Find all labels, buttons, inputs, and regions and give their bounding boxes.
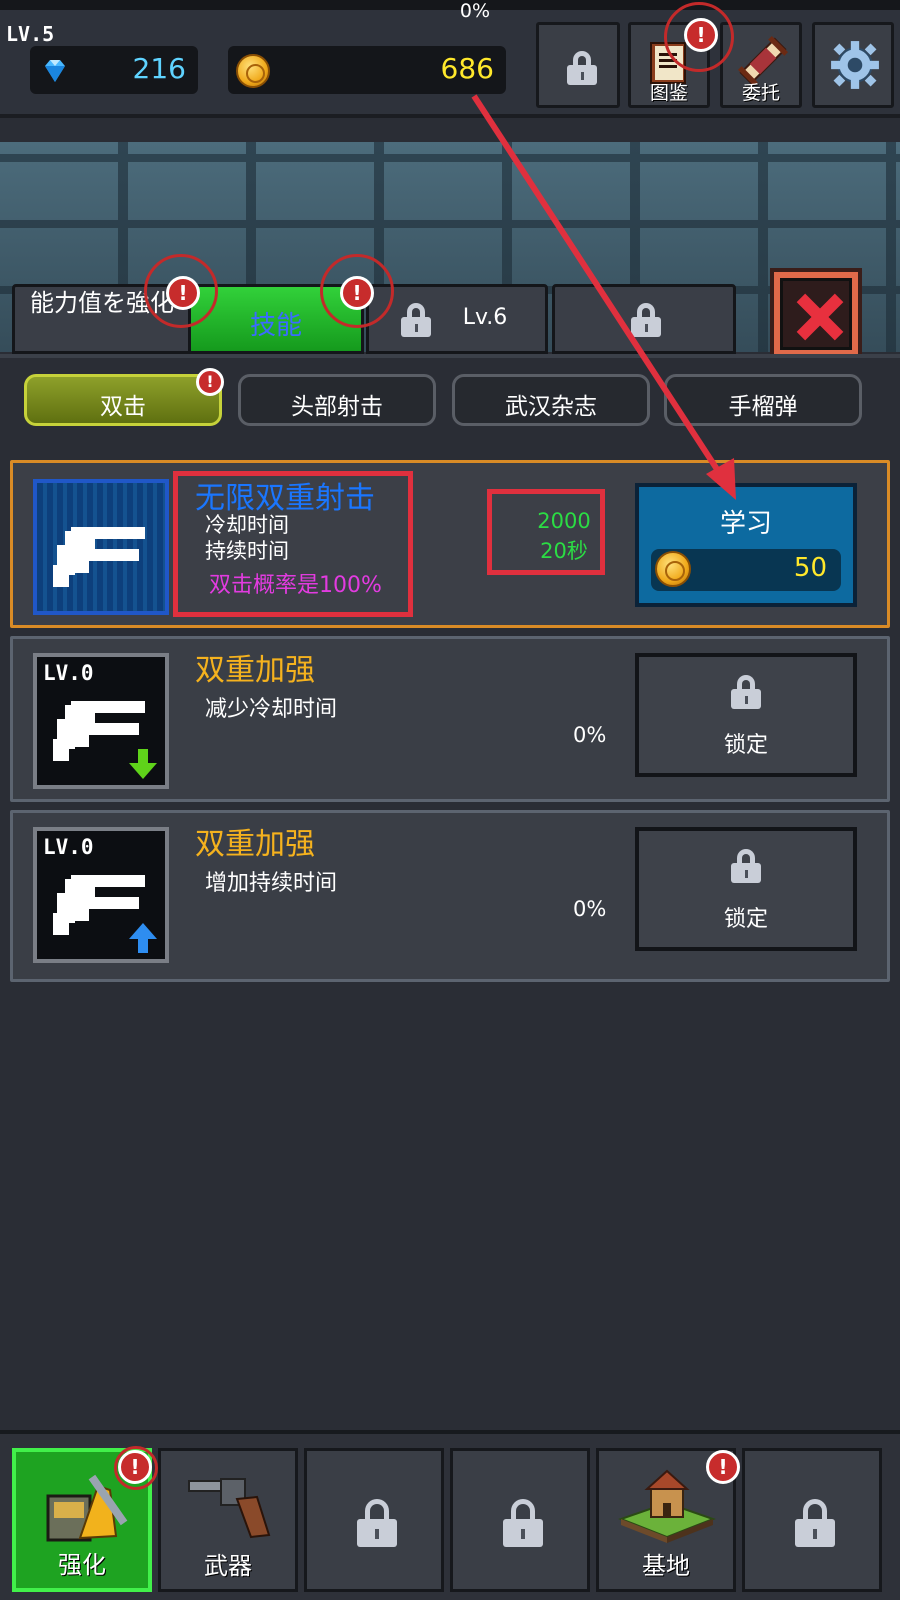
learn-button[interactable]: 学习 50 (635, 483, 857, 607)
lock-label: 锁定 (723, 907, 768, 932)
subtab-label: 手榴弹 (728, 394, 798, 420)
locked-upgrade-button[interactable]: 锁定 (635, 827, 857, 951)
gem-icon (45, 60, 65, 82)
lock-icon (731, 849, 761, 883)
skill-title: 双重加强 (195, 827, 315, 862)
learn-cost-value: 50 (793, 553, 827, 583)
skill-card-main: 无限双重射击 冷却时间 持续时间 双击概率是100% 2000 20秒 学习 5… (10, 460, 890, 628)
tab-label: Lv.6 (462, 305, 508, 330)
coin-icon (236, 54, 270, 88)
skill-icon-duration: LV.0 (33, 827, 169, 963)
lock-icon (631, 303, 661, 337)
coin-icon (655, 551, 691, 587)
subtab-wuhan-magazine[interactable]: 武汉杂志 (452, 374, 650, 426)
arrow-down-icon (129, 749, 157, 779)
close-icon (780, 278, 852, 350)
lock-icon (567, 51, 597, 85)
lock-icon (503, 1499, 543, 1547)
locked-feature-button[interactable] (536, 22, 620, 108)
learn-cost: 50 (651, 549, 841, 591)
settings-button[interactable] (812, 22, 894, 108)
lock-icon (795, 1499, 835, 1547)
skill-level: LV.0 (43, 661, 94, 685)
skill-card-cooldown: LV.0 双重加强 减少冷却时间 0% 锁定 (10, 636, 890, 802)
codex-label: 图鉴 (649, 82, 688, 104)
gear-icon (831, 41, 879, 89)
gem-counter: 216 (30, 46, 198, 94)
double-revolver-icon (53, 527, 145, 587)
skill-title: 双重加强 (195, 653, 315, 688)
skill-description: 增加持续时间 (205, 871, 338, 896)
tab-locked[interactable] (552, 284, 736, 354)
base-icon (618, 1469, 716, 1543)
coin-value: 686 (440, 52, 494, 85)
xp-percent: 0% (459, 0, 491, 22)
alert-badge-skills: ! (340, 276, 374, 310)
lock-label: 锁定 (723, 733, 768, 758)
lock-icon (357, 1499, 397, 1547)
nav-locked-3[interactable] (742, 1448, 882, 1592)
nav-label: 基地 (642, 1552, 690, 1580)
annotation-box (173, 471, 413, 617)
nav-weapon[interactable]: 武器 (158, 1448, 298, 1592)
arrow-up-icon (129, 923, 157, 953)
coin-counter: 686 (228, 46, 506, 94)
player-level: LV.5 (6, 22, 55, 46)
nav-locked-2[interactable] (450, 1448, 590, 1592)
skill-level: LV.0 (43, 835, 94, 859)
revolver-icon (188, 1478, 271, 1539)
close-button[interactable] (770, 268, 862, 360)
alert-badge-stats: ! (166, 276, 200, 310)
learn-label: 学习 (719, 509, 772, 539)
skill-icon-cooldown: LV.0 (33, 653, 169, 789)
subtab-label: 双击 (100, 394, 146, 420)
skill-percent: 0% (573, 897, 607, 921)
commission-label: 委托 (741, 82, 780, 104)
subtab-double-shot[interactable]: 双击 (24, 374, 222, 426)
skill-percent: 0% (573, 723, 607, 747)
alert-badge-double: ! (196, 368, 224, 396)
lock-icon (731, 675, 761, 709)
locked-upgrade-button[interactable]: 锁定 (635, 653, 857, 777)
annotation-box (487, 489, 605, 575)
nav-label: 强化 (58, 1551, 106, 1579)
alert-badge-codex: ! (684, 18, 718, 52)
nav-locked-1[interactable] (304, 1448, 444, 1592)
gem-value: 216 (132, 52, 186, 85)
skill-description: 减少冷却时间 (205, 697, 338, 722)
subtab-headshot[interactable]: 头部射击 (238, 374, 436, 426)
subtab-label: 头部射击 (291, 394, 383, 420)
nav-label: 武器 (204, 1552, 252, 1580)
skill-card-duration: LV.0 双重加强 增加持续时间 0% 锁定 (10, 810, 890, 982)
alert-badge-enhance: ! (118, 1450, 152, 1484)
subtab-label: 武汉杂志 (505, 394, 597, 420)
skill-icon-double-shot (33, 479, 169, 615)
alert-badge-base: ! (706, 1450, 740, 1484)
subtab-grenade[interactable]: 手榴弹 (664, 374, 862, 426)
